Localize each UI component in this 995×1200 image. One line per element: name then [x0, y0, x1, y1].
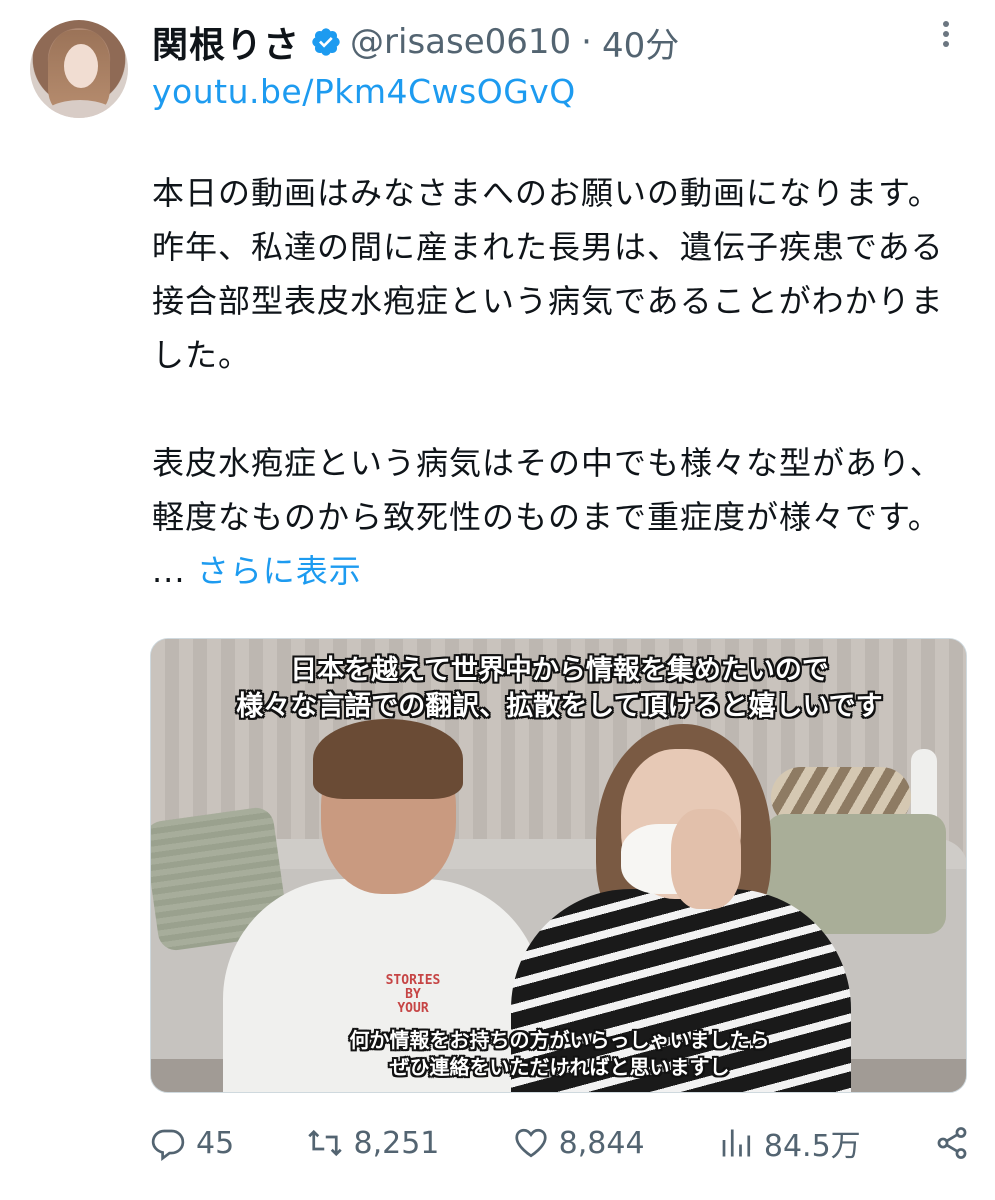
- show-more-link[interactable]: さらに表示: [197, 552, 362, 590]
- man-hair: [313, 719, 463, 799]
- share-button[interactable]: [934, 1125, 970, 1161]
- views-button[interactable]: 84.5万: [718, 1121, 861, 1165]
- tweet: 関根りさ @risase0610 · 40分 youtu.be/Pkm4CwsO…: [0, 0, 995, 1200]
- like-button[interactable]: 8,844: [513, 1125, 645, 1161]
- separator-dot: ·: [581, 22, 592, 62]
- avatar-face: [64, 44, 98, 88]
- video-thumbnail[interactable]: STORIES BY YOUR 日本を越えて世界中から情報を集めたいので 様々な…: [150, 638, 967, 1093]
- views-count: 84.5万: [763, 1129, 861, 1164]
- verified-badge-icon: [312, 28, 340, 56]
- reply-button[interactable]: 45: [150, 1125, 234, 1161]
- like-count: 8,844: [558, 1125, 645, 1161]
- shirt-print: STORIES BY YOUR: [385, 973, 441, 1016]
- action-bar: 45 8,251 8,844 84.5万: [150, 1118, 970, 1168]
- handle[interactable]: @risase0610: [350, 22, 571, 62]
- repost-count: 8,251: [353, 1125, 440, 1161]
- tweet-body: 本日の動画はみなさまへのお願いの動画になります。 昨年、私達の間に産まれた長男は…: [152, 174, 944, 590]
- repost-button[interactable]: 8,251: [307, 1125, 439, 1161]
- display-name[interactable]: 関根りさ: [152, 16, 300, 68]
- heart-icon: [515, 1128, 547, 1158]
- tweet-header: 関根りさ @risase0610 · 40分: [152, 14, 955, 70]
- subtitle-top: 日本を越えて世界中から情報を集めたいので 様々な言語での翻訳、拡散をして頂けると…: [236, 655, 883, 722]
- reply-count: 45: [196, 1125, 235, 1161]
- reply-icon: [151, 1129, 185, 1161]
- youtube-link[interactable]: youtu.be/Pkm4CwsOGvQ: [152, 72, 576, 111]
- timestamp[interactable]: 40分: [602, 18, 679, 67]
- share-icon: [937, 1127, 967, 1159]
- woman-hand: [671, 809, 741, 909]
- repost-icon: [308, 1129, 343, 1157]
- more-options-icon[interactable]: [928, 18, 964, 58]
- views-bar-chart-icon: [722, 1129, 750, 1157]
- avatar[interactable]: [30, 20, 128, 118]
- tweet-text: 本日の動画はみなさまへのお願いの動画になります。 昨年、私達の間に産まれた長男は…: [152, 166, 967, 598]
- subtitle-bottom: 何か情報をお持ちの方がいらっしゃいましたら ぜひ連絡をいただければと思いますし: [349, 1028, 770, 1079]
